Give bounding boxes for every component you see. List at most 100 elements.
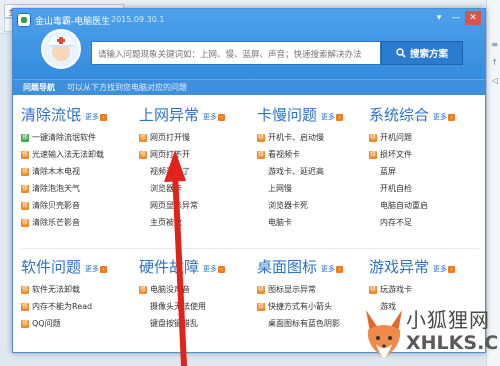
problem-link[interactable]: 修图标显示异常 <box>257 281 367 298</box>
category-6: 硬件故障 更多 › 修电脑没声音摄像头无法使用 键盘按键错乱 <box>139 255 249 332</box>
more-label: 更多 <box>321 113 336 121</box>
category-4: 系统综合 更多 › 修开机问题修损坏文件 蓝屏开机自检电脑自动重启 内存不足 <box>369 103 479 231</box>
problem-link[interactable]: 修开机问题 <box>369 129 479 146</box>
more-link[interactable]: 更多 › <box>85 112 108 122</box>
category-items: 修电脑没声音摄像头无法使用 键盘按键错乱 <box>139 281 249 332</box>
problem-link[interactable]: 修快捷方式有小箭头 <box>257 298 367 315</box>
problem-label: QQ问题 <box>32 319 61 328</box>
more-link[interactable]: 更多 › <box>321 112 344 122</box>
category-title[interactable]: 清除流氓 <box>21 104 81 125</box>
problem-label: 网页打开慢 <box>150 133 190 142</box>
problem-link[interactable]: 开机自检 <box>369 180 479 197</box>
close-button[interactable]: ✕ <box>465 11 481 25</box>
problem-label: 摄像头无法使用 <box>150 302 206 311</box>
more-arrow-icon: › <box>336 266 344 273</box>
problem-link[interactable]: 电脑自动重启 <box>369 197 479 214</box>
fix-badge-icon <box>139 219 147 227</box>
problem-link[interactable]: 视频看不了 <box>139 163 249 180</box>
fix-badge-icon: 修 <box>21 319 29 328</box>
problem-link[interactable]: 修清除木木电视 <box>21 163 131 180</box>
category-items: 修网页打开慢修网页打不开 视频看不了浏览器卡网页显示异常 主页被改 <box>139 129 249 231</box>
app-title: 金山毒霸-电脑医生 <box>35 17 111 27</box>
category-header: 清除流氓 更多 › <box>21 103 131 125</box>
fix-badge-icon: 修 <box>369 133 377 142</box>
problem-link[interactable]: 修网页打开慢 <box>139 129 249 146</box>
problem-link[interactable]: 修一键清除流氓软件 <box>21 129 131 146</box>
more-link[interactable]: 更多 › <box>321 264 344 274</box>
more-label: 更多 <box>433 113 448 121</box>
problem-label: 清除木木电视 <box>32 167 80 176</box>
problem-link[interactable]: 修光速输入法无法卸载 <box>21 146 131 163</box>
problem-label: 电脑没声音 <box>150 285 190 294</box>
problem-label: 浏览器卡 <box>150 184 182 193</box>
watermark: 小狐狸网 XHLKS.CN <box>360 298 500 366</box>
category-title[interactable]: 硬件故障 <box>139 256 199 277</box>
sidebar-glyph-1[interactable]: ≡ <box>491 40 498 49</box>
fix-badge-icon <box>139 185 147 193</box>
fix-badge-icon: 修 <box>21 201 29 210</box>
category-title[interactable]: 卡慢问题 <box>257 104 317 125</box>
problem-link[interactable]: 修看视频卡 <box>257 146 367 163</box>
problem-link[interactable]: 修软件无法卸载 <box>21 281 131 298</box>
watermark-url: XHLKS.CN <box>406 332 500 354</box>
app-version: 2015.09.30.1 <box>111 15 165 24</box>
problem-label: 图标显示异常 <box>268 285 316 294</box>
minimize-button[interactable]: — <box>448 11 464 25</box>
more-label: 更多 <box>85 113 100 121</box>
problem-link[interactable]: 修清除贝壳影音 <box>21 197 131 214</box>
problem-link[interactable]: 摄像头无法使用 <box>139 298 249 315</box>
fix-badge-icon: 修 <box>21 302 29 311</box>
problem-link[interactable]: 游戏卡、延迟高 <box>257 163 367 180</box>
category-title[interactable]: 桌面图标 <box>257 256 317 277</box>
category-7: 桌面图标 更多 › 修图标显示异常修快捷方式有小箭头 桌面图标有蓝色阴影 <box>257 255 367 332</box>
sidebar-glyph-3[interactable]: ◁ <box>492 76 498 85</box>
more-link[interactable]: 更多 › <box>85 264 108 274</box>
problem-link[interactable]: 修开机卡、启动慢 <box>257 129 367 146</box>
menu-button[interactable]: ▾ <box>431 11 447 25</box>
problem-link[interactable]: 修 QQ问题 <box>21 315 131 332</box>
problem-link[interactable]: 网页显示异常 <box>139 197 249 214</box>
more-link[interactable]: 更多 › <box>433 112 456 122</box>
problem-link[interactable]: 蓝屏 <box>369 163 479 180</box>
problem-label: 键盘按键错乱 <box>150 319 198 328</box>
problem-link[interactable]: 桌面图标有蓝色阴影 <box>257 315 367 332</box>
more-link[interactable]: 更多 › <box>203 264 226 274</box>
search-box <box>91 41 381 66</box>
problem-link[interactable]: 修网页打不开 <box>139 146 249 163</box>
problem-link[interactable]: 修内存不能为Read <box>21 298 131 315</box>
problem-link[interactable]: 主页被改 <box>139 214 249 231</box>
more-link[interactable]: 更多 › <box>433 264 456 274</box>
category-5: 软件问题 更多 › 修软件无法卸载修内存不能为Read 修 QQ问题 <box>21 255 131 332</box>
more-link[interactable]: 更多 › <box>203 112 226 122</box>
problem-link[interactable]: 修损坏文件 <box>369 146 479 163</box>
more-label: 更多 <box>321 265 336 273</box>
category-title[interactable]: 系统综合 <box>369 104 429 125</box>
problem-link[interactable]: 修清除泡泡天气 <box>21 180 131 197</box>
problem-link[interactable]: 浏览器卡 <box>139 180 249 197</box>
category-title[interactable]: 游戏异常 <box>369 256 429 277</box>
search-button[interactable]: 搜索方案 <box>381 41 463 65</box>
fix-badge-icon <box>257 168 265 176</box>
problem-link[interactable]: 键盘按键错乱 <box>139 315 249 332</box>
problem-link[interactable]: 浏览器卡死 <box>257 197 367 214</box>
more-arrow-icon: › <box>100 114 108 121</box>
category-title[interactable]: 上网异常 <box>139 104 199 125</box>
search-icon <box>396 48 406 58</box>
category-items: 修开机问题修损坏文件 蓝屏开机自检电脑自动重启 内存不足 <box>369 129 479 231</box>
problem-label: 开机卡、启动慢 <box>268 133 324 142</box>
fix-badge-icon <box>139 202 147 210</box>
fix-badge-icon: 修 <box>257 285 265 294</box>
search-input[interactable] <box>92 44 380 66</box>
problem-link[interactable]: 内存不足 <box>369 214 479 231</box>
fix-badge-icon <box>369 219 377 227</box>
category-header: 卡慢问题 更多 › <box>257 103 367 125</box>
sidebar-glyph-2[interactable]: ↑ <box>491 58 498 67</box>
problem-label: 上网慢 <box>268 184 292 193</box>
problem-label: 开机自检 <box>380 184 412 193</box>
problem-link[interactable]: 电脑卡 <box>257 214 367 231</box>
problem-link[interactable]: 修电脑没声音 <box>139 281 249 298</box>
problem-link[interactable]: 修清除乐芒影音 <box>21 214 131 231</box>
problem-link[interactable]: 上网慢 <box>257 180 367 197</box>
category-title[interactable]: 软件问题 <box>21 256 81 277</box>
problem-link[interactable]: 修玩游戏卡 <box>369 281 479 298</box>
